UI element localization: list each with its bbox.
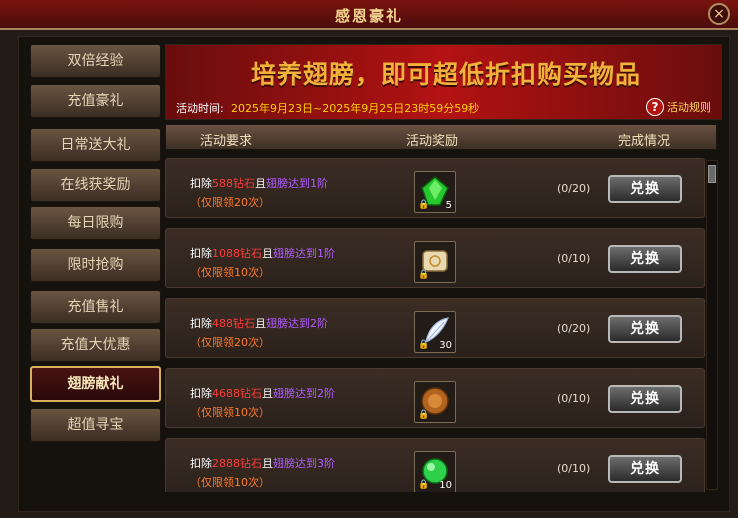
lock-icon: 🔒 bbox=[418, 270, 430, 280]
list-item: 扣除588钻石且翅膀达到1阶 （仅限领20次） 🔒 5 (0/20) 兑换 bbox=[165, 158, 705, 218]
event-window: 感恩豪礼 × 双倍经验 充值豪礼 日常送大礼 在线获奖励 每日限购 限时抢购 充… bbox=[0, 0, 738, 518]
claim-limit: （仅限领20次） bbox=[190, 196, 270, 209]
completion-progress: (0/20) bbox=[557, 322, 591, 335]
banner-headline: 培养翅膀，即可超低折扣购买物品 bbox=[250, 60, 641, 89]
reward-item-slot[interactable]: 🔒 5 bbox=[414, 171, 456, 213]
sidebar-item-wing-gifts[interactable]: 翅膀献礼 bbox=[30, 366, 161, 402]
scrollbar-thumb[interactable] bbox=[708, 165, 716, 183]
exchange-button[interactable]: 兑换 bbox=[608, 175, 682, 203]
col-reward: 活动奖励 bbox=[406, 134, 459, 149]
col-status: 完成情况 bbox=[618, 134, 671, 149]
completion-progress: (0/10) bbox=[557, 252, 591, 265]
reward-count: 5 bbox=[445, 200, 452, 211]
completion-progress: (0/20) bbox=[557, 182, 591, 195]
list-item: 扣除1088钻石且翅膀达到1阶 （仅限领10次） 🔒 (0/10) 兑换 bbox=[165, 228, 705, 288]
list-item: 扣除2888钻石且翅膀达到3阶 （仅限领10次） 🔒 10 (0/10) 兑换 bbox=[165, 438, 705, 492]
list-item: 扣除488钻石且翅膀达到2阶 （仅限领20次） 🔒 30 (0/20) 兑换 bbox=[165, 298, 705, 358]
lock-icon: 🔒 bbox=[418, 200, 430, 210]
claim-limit: （仅限领10次） bbox=[190, 266, 270, 279]
claim-limit: （仅限领20次） bbox=[190, 336, 270, 349]
reward-item-slot[interactable]: 🔒 10 bbox=[414, 451, 456, 492]
window-title: 感恩豪礼 bbox=[334, 7, 403, 25]
close-button[interactable]: × bbox=[708, 3, 730, 25]
sidebar-item-recharge-gifts[interactable]: 充值豪礼 bbox=[30, 84, 161, 118]
sidebar-item-daily-limited[interactable]: 每日限购 bbox=[30, 206, 161, 240]
reward-list: 扣除588钻石且翅膀达到1阶 （仅限领20次） 🔒 5 (0/20) 兑换 扣除… bbox=[165, 154, 705, 492]
sidebar-item-recharge-discount[interactable]: 充值大优惠 bbox=[30, 328, 161, 362]
requirement-text: 扣除588钻石且翅膀达到1阶 bbox=[190, 177, 328, 190]
requirement-text: 扣除2888钻石且翅膀达到3阶 bbox=[190, 457, 335, 470]
question-icon: ? bbox=[646, 98, 664, 116]
exchange-button[interactable]: 兑换 bbox=[608, 455, 682, 483]
sidebar-item-treasure-hunt[interactable]: 超值寻宝 bbox=[30, 408, 161, 442]
lock-icon: 🔒 bbox=[418, 480, 430, 490]
list-scrollbar[interactable] bbox=[706, 160, 718, 490]
reward-item-slot[interactable]: 🔒 30 bbox=[414, 311, 456, 353]
sidebar-item-daily-gifts[interactable]: 日常送大礼 bbox=[30, 128, 161, 162]
requirement-text: 扣除4688钻石且翅膀达到2阶 bbox=[190, 387, 335, 400]
reward-count: 10 bbox=[439, 480, 452, 491]
col-requirement: 活动要求 bbox=[200, 134, 253, 149]
lock-icon: 🔒 bbox=[418, 340, 430, 350]
reward-count: 30 bbox=[439, 340, 452, 351]
completion-progress: (0/10) bbox=[557, 462, 591, 475]
column-header: 活动要求 活动奖励 完成情况 bbox=[165, 124, 717, 150]
reward-item-slot[interactable]: 🔒 bbox=[414, 241, 456, 283]
completion-progress: (0/10) bbox=[557, 392, 591, 405]
sidebar-item-online-rewards[interactable]: 在线获奖励 bbox=[30, 168, 161, 202]
exchange-button[interactable]: 兑换 bbox=[608, 245, 682, 273]
title-bar: 感恩豪礼 × bbox=[0, 0, 738, 30]
sidebar-item-double-exp[interactable]: 双倍经验 bbox=[30, 44, 161, 78]
sidebar-item-flash-sale[interactable]: 限时抢购 bbox=[30, 248, 161, 282]
event-time-label: 活动时间: bbox=[176, 102, 224, 115]
event-time-value: 2025年9月23日~2025年9月25日23时59分59秒 bbox=[231, 102, 480, 115]
sidebar: 双倍经验 充值豪礼 日常送大礼 在线获奖励 每日限购 限时抢购 充值售礼 充值大… bbox=[30, 44, 161, 512]
reward-item-slot[interactable]: 🔒 bbox=[414, 381, 456, 423]
claim-limit: （仅限领10次） bbox=[190, 476, 270, 489]
exchange-button[interactable]: 兑换 bbox=[608, 385, 682, 413]
event-banner: 培养翅膀，即可超低折扣购买物品 活动时间: 2025年9月23日~2025年9月… bbox=[165, 44, 722, 120]
requirement-text: 扣除488钻石且翅膀达到2阶 bbox=[190, 317, 328, 330]
rules-label: 活动规则 bbox=[667, 101, 711, 114]
rules-link[interactable]: ? 活动规则 bbox=[646, 97, 711, 117]
requirement-text: 扣除1088钻石且翅膀达到1阶 bbox=[190, 247, 335, 260]
list-item: 扣除4688钻石且翅膀达到2阶 （仅限领10次） 🔒 (0/10) 兑换 bbox=[165, 368, 705, 428]
sidebar-item-recharge-sale[interactable]: 充值售礼 bbox=[30, 290, 161, 324]
lock-icon: 🔒 bbox=[418, 410, 430, 420]
claim-limit: （仅限领10次） bbox=[190, 406, 270, 419]
exchange-button[interactable]: 兑换 bbox=[608, 315, 682, 343]
